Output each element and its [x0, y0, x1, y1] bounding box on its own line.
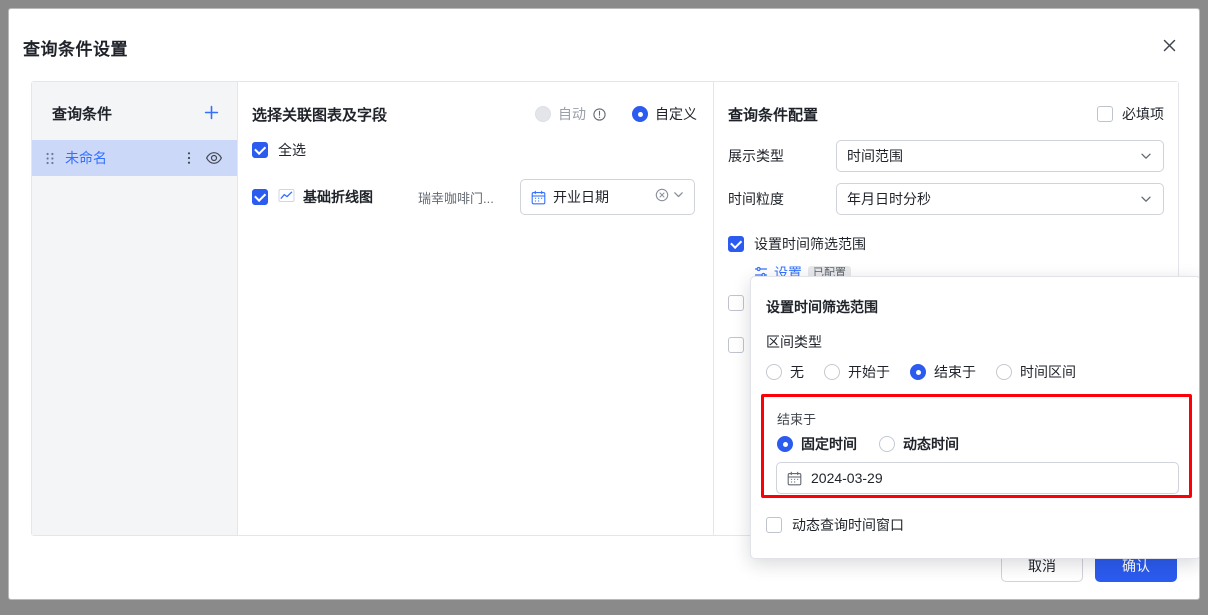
- radio-end-at[interactable]: [910, 364, 926, 380]
- page-title: 查询条件设置: [23, 35, 128, 60]
- radio-auto[interactable]: [535, 106, 551, 122]
- time-mode-fixed-label: 固定时间: [801, 434, 857, 454]
- radio-none[interactable]: [766, 364, 782, 380]
- display-type-label: 展示类型: [728, 146, 836, 166]
- popup-title: 设置时间筛选范围: [766, 297, 878, 317]
- query-condition-dialog: 查询条件设置 查询条件: [8, 8, 1200, 600]
- field-select-actions: [655, 188, 685, 207]
- display-type-select[interactable]: 时间范围: [836, 140, 1164, 172]
- required-label: 必填项: [1122, 104, 1164, 124]
- time-mode-radio-group: 固定时间 动态时间: [777, 434, 959, 454]
- time-filter-range-row[interactable]: 设置时间筛选范围: [728, 234, 866, 254]
- drag-handle-icon[interactable]: [46, 151, 56, 165]
- required-checkbox[interactable]: [1097, 106, 1113, 122]
- range-type-interval-label: 时间区间: [1020, 362, 1076, 382]
- radio-custom[interactable]: [632, 106, 648, 122]
- range-type-label: 区间类型: [766, 332, 822, 352]
- plus-icon[interactable]: [199, 100, 223, 124]
- chart-name-group: 基础折线图: [278, 187, 373, 207]
- dynamic-window-label: 动态查询时间窗口: [792, 515, 904, 535]
- chart-checkbox[interactable]: [252, 189, 268, 205]
- range-type-option-end[interactable]: 结束于: [910, 362, 976, 382]
- hidden-checkbox-1[interactable]: [728, 295, 744, 311]
- chart-source-label: 瑞幸咖啡门...: [418, 188, 494, 207]
- close-icon[interactable]: [1157, 33, 1181, 57]
- range-type-none-label: 无: [790, 362, 804, 382]
- time-filter-range-checkbox[interactable]: [728, 236, 744, 252]
- radio-fixed-time[interactable]: [777, 436, 793, 452]
- dialog-header: 查询条件设置: [9, 9, 1199, 73]
- display-type-value: 时间范围: [847, 146, 903, 166]
- radio-dynamic-time[interactable]: [879, 436, 895, 452]
- time-granularity-value: 年月日时分秒: [847, 189, 931, 209]
- right-panel-title: 查询条件配置: [728, 104, 818, 125]
- mode-radio-group: 自动 自定义: [535, 104, 697, 124]
- calendar-icon: [531, 190, 546, 205]
- middle-panel-title: 选择关联图表及字段: [252, 104, 387, 125]
- range-type-option-start[interactable]: 开始于: [824, 362, 890, 382]
- required-checkbox-row[interactable]: 必填项: [1097, 104, 1164, 124]
- time-granularity-label: 时间粒度: [728, 189, 836, 209]
- range-type-start-label: 开始于: [848, 362, 890, 382]
- date-input-value: 2024-03-29: [811, 470, 883, 486]
- mode-option-custom[interactable]: 自定义: [632, 104, 697, 124]
- eye-icon[interactable]: [205, 149, 223, 167]
- range-type-option-none[interactable]: 无: [766, 362, 804, 382]
- field-select-value: 开业日期: [553, 187, 609, 207]
- field-select[interactable]: 开业日期: [520, 179, 695, 215]
- time-filter-range-label: 设置时间筛选范围: [754, 234, 866, 254]
- date-input[interactable]: 2024-03-29: [776, 462, 1179, 494]
- time-granularity-select[interactable]: 年月日时分秒: [836, 183, 1164, 215]
- clear-circle-icon[interactable]: [655, 188, 669, 207]
- chart-name-label: 基础折线图: [303, 187, 373, 207]
- more-vertical-icon[interactable]: [181, 150, 197, 166]
- line-chart-icon: [278, 187, 295, 207]
- chevron-down-icon[interactable]: [1139, 149, 1153, 163]
- mode-custom-label: 自定义: [655, 104, 697, 124]
- left-panel-title: 查询条件: [52, 103, 112, 124]
- sidebar-item-label: 未命名: [65, 148, 107, 168]
- calendar-icon: [787, 471, 802, 486]
- select-all-checkbox[interactable]: [252, 142, 268, 158]
- mode-auto-label: 自动: [558, 104, 586, 124]
- display-type-row: 展示类型 时间范围: [728, 140, 1164, 172]
- range-type-end-label: 结束于: [934, 362, 976, 382]
- range-type-option-interval[interactable]: 时间区间: [996, 362, 1076, 382]
- mode-option-auto[interactable]: 自动: [535, 104, 606, 124]
- query-condition-list-panel: 查询条件 未命名: [32, 82, 238, 535]
- time-mode-option-fixed[interactable]: 固定时间: [777, 434, 857, 454]
- dynamic-window-row[interactable]: 动态查询时间窗口: [766, 515, 904, 535]
- time-filter-range-popup: 设置时间筛选范围 区间类型 无 开始于 结束于 时间区间 结束于: [750, 276, 1200, 559]
- info-circle-icon[interactable]: [593, 108, 606, 121]
- chart-field-selection-panel: 选择关联图表及字段 自动 自定义: [238, 82, 714, 535]
- select-all-row[interactable]: 全选: [252, 140, 306, 160]
- highlight-box: 结束于 固定时间 动态时间: [761, 394, 1192, 498]
- radio-start-at[interactable]: [824, 364, 840, 380]
- hidden-checkbox-2[interactable]: [728, 337, 744, 353]
- radio-interval[interactable]: [996, 364, 1012, 380]
- time-mode-option-dynamic[interactable]: 动态时间: [879, 434, 959, 454]
- time-granularity-row: 时间粒度 年月日时分秒: [728, 183, 1164, 215]
- chart-row: 基础折线图 瑞幸咖啡门... 开业日期: [252, 177, 699, 217]
- end-at-section-label: 结束于: [777, 409, 816, 428]
- dynamic-window-checkbox[interactable]: [766, 517, 782, 533]
- sidebar-item-unnamed[interactable]: 未命名: [32, 140, 237, 176]
- select-all-label: 全选: [278, 140, 306, 160]
- chevron-down-icon[interactable]: [1139, 192, 1153, 206]
- range-type-radio-group: 无 开始于 结束于 时间区间: [766, 362, 1076, 382]
- chevron-down-icon[interactable]: [672, 188, 685, 206]
- time-mode-dynamic-label: 动态时间: [903, 434, 959, 454]
